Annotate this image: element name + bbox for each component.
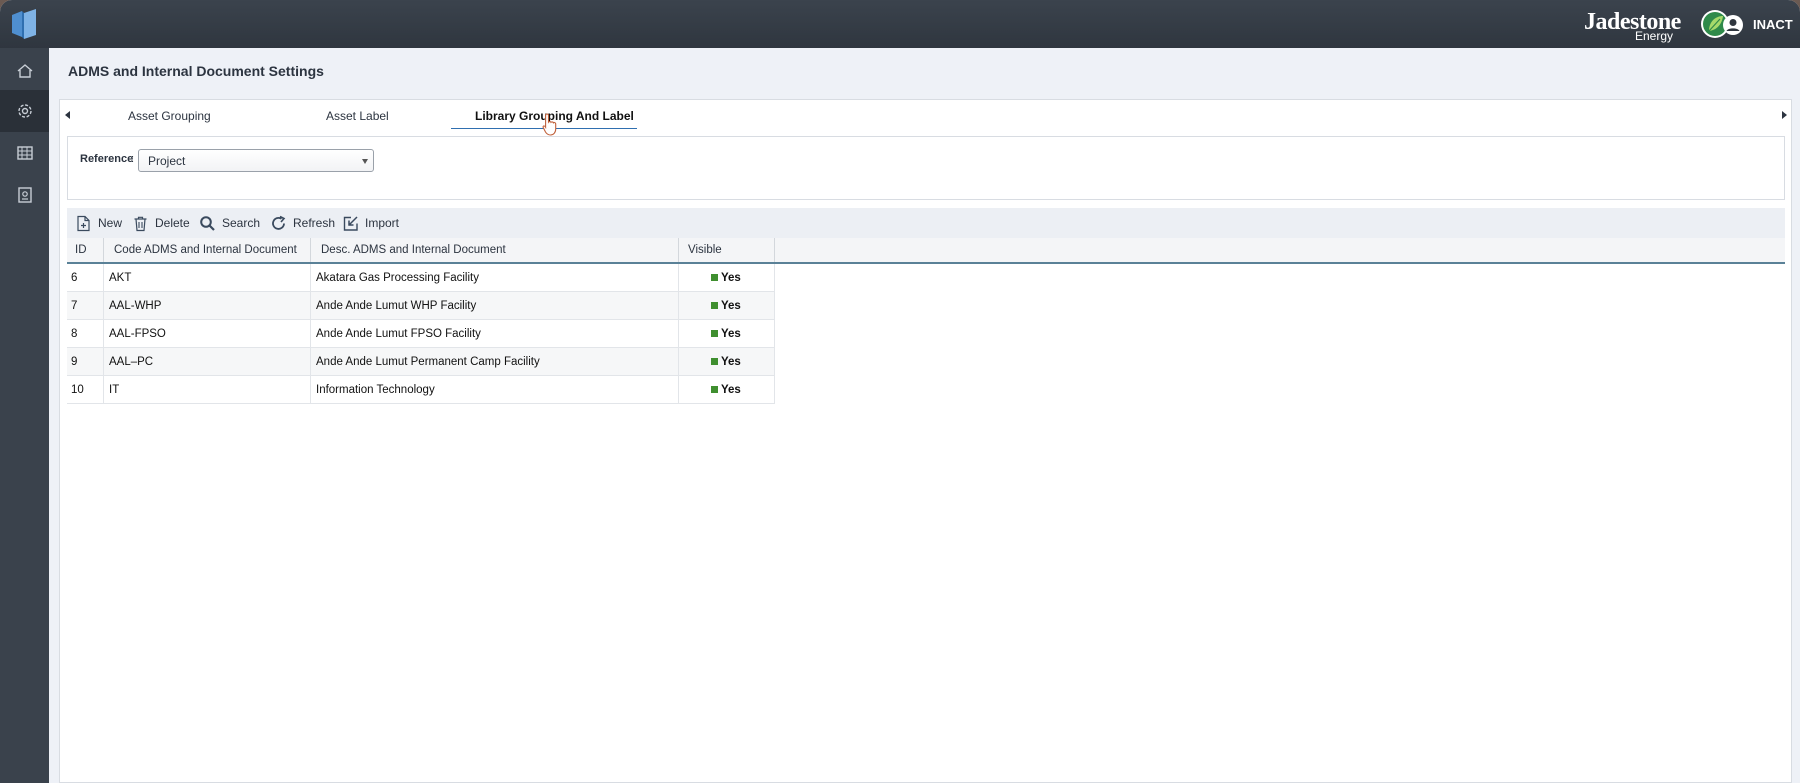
import-icon	[343, 215, 358, 231]
cell-desc: Ande Ande Lumut FPSO Facility	[311, 320, 679, 348]
page-title: ADMS and Internal Document Settings	[68, 63, 324, 79]
status-indicator-icon	[711, 302, 718, 309]
brand-sub: Energy	[1635, 29, 1674, 43]
import-button-label: Import	[365, 216, 400, 230]
gear-icon	[17, 104, 32, 118]
cell-id: 10	[67, 376, 104, 404]
cell-desc: Ande Ande Lumut Permanent Camp Facility	[311, 348, 679, 376]
tab-asset-label[interactable]: Asset Label	[326, 109, 389, 123]
table-row[interactable]: 8 AAL-FPSO Ande Ande Lumut FPSO Facility…	[67, 320, 775, 348]
chevron-down-icon	[362, 159, 368, 164]
reference-filter: Reference : Project	[67, 136, 1785, 200]
status-indicator-icon	[711, 274, 718, 281]
cell-desc: Ande Ande Lumut WHP Facility	[311, 292, 679, 320]
column-header-code[interactable]: Code ADMS and Internal Document	[104, 238, 311, 262]
visible-value: Yes	[721, 300, 741, 312]
home-icon	[17, 64, 32, 78]
status-indicator-icon	[711, 358, 718, 365]
table-row[interactable]: 7 AAL-WHP Ande Ande Lumut WHP Facility Y…	[67, 292, 775, 320]
cell-id: 7	[67, 292, 104, 320]
cell-code: AAL-FPSO	[104, 320, 311, 348]
cell-desc: Information Technology	[311, 376, 679, 404]
reference-label: Reference	[80, 153, 134, 165]
reference-colon: :	[131, 153, 135, 165]
search-icon	[200, 215, 215, 231]
cell-visible: Yes	[679, 348, 775, 376]
reference-select[interactable]: Project	[138, 149, 374, 172]
visible-value: Yes	[721, 272, 741, 284]
main-content: ADMS and Internal Document Settings Asse…	[49, 48, 1800, 783]
grid-header: ID Code ADMS and Internal Document Desc.…	[67, 238, 1785, 264]
sidebar-item-settings[interactable]	[0, 90, 49, 132]
sidebar-item-documents[interactable]	[0, 174, 49, 216]
table-row[interactable]: 6 AKT Akatara Gas Processing Facility Ye…	[67, 264, 775, 292]
reference-select-value: Project	[148, 154, 186, 168]
grid-toolbar: New Delete Search Refresh Import	[67, 208, 1785, 238]
status-indicator-icon	[711, 386, 718, 393]
visible-value: Yes	[721, 356, 741, 368]
delete-button-label: Delete	[155, 216, 190, 230]
app-window: Jadestone Energy INACT ADMS and Internal…	[0, 0, 1800, 783]
sidebar-item-grid[interactable]	[0, 132, 49, 174]
top-bar: Jadestone Energy INACT	[0, 0, 1800, 48]
delete-button[interactable]: Delete	[132, 214, 190, 232]
search-button-label: Search	[222, 216, 261, 230]
grid-icon	[16, 146, 33, 160]
visible-value: Yes	[721, 384, 741, 396]
tab-scroll-right-icon[interactable]	[1782, 111, 1787, 119]
user-avatar-icon[interactable]	[1722, 14, 1744, 36]
trash-icon	[134, 216, 147, 231]
table-row[interactable]: 10 IT Information Technology Yes	[67, 376, 775, 404]
cell-code: IT	[104, 376, 311, 404]
cell-id: 8	[67, 320, 104, 348]
tab-asset-grouping[interactable]: Asset Grouping	[128, 109, 211, 123]
new-button[interactable]: New	[75, 214, 122, 232]
new-button-label: New	[98, 216, 123, 230]
cell-id: 6	[67, 264, 104, 292]
mouse-cursor-icon	[542, 113, 557, 136]
cell-visible: Yes	[679, 320, 775, 348]
refresh-icon	[272, 215, 286, 230]
cell-code: AKT	[104, 264, 311, 292]
sidebar-item-home[interactable]	[0, 50, 49, 92]
column-header-id[interactable]: ID	[67, 238, 104, 262]
cell-id: 9	[67, 348, 104, 376]
cell-visible: Yes	[679, 376, 775, 404]
table-row[interactable]: 9 AAL–PC Ande Ande Lumut Permanent Camp …	[67, 348, 775, 376]
cell-visible: Yes	[679, 292, 775, 320]
tab-scroll-left-icon[interactable]	[65, 111, 70, 119]
cell-code: AAL-WHP	[104, 292, 311, 320]
app-logo-icon[interactable]	[10, 9, 40, 41]
column-header-desc[interactable]: Desc. ADMS and Internal Document	[311, 238, 679, 262]
refresh-button-label: Refresh	[293, 216, 336, 230]
tab-bar: Asset Grouping Asset Label Library Group…	[60, 100, 1791, 136]
cell-desc: Akatara Gas Processing Facility	[311, 264, 679, 292]
sidebar	[0, 48, 49, 783]
file-plus-icon	[77, 215, 90, 231]
user-name[interactable]: INACT	[1753, 17, 1793, 32]
import-button[interactable]: Import	[342, 214, 399, 232]
settings-panel: Asset Grouping Asset Label Library Group…	[59, 99, 1792, 783]
cell-visible: Yes	[679, 264, 775, 292]
cell-code: AAL–PC	[104, 348, 311, 376]
refresh-button[interactable]: Refresh	[270, 214, 335, 232]
status-indicator-icon	[711, 330, 718, 337]
column-header-visible[interactable]: Visible	[679, 238, 775, 262]
visible-value: Yes	[721, 328, 741, 340]
search-button[interactable]: Search	[199, 214, 260, 232]
document-icon	[17, 187, 32, 203]
